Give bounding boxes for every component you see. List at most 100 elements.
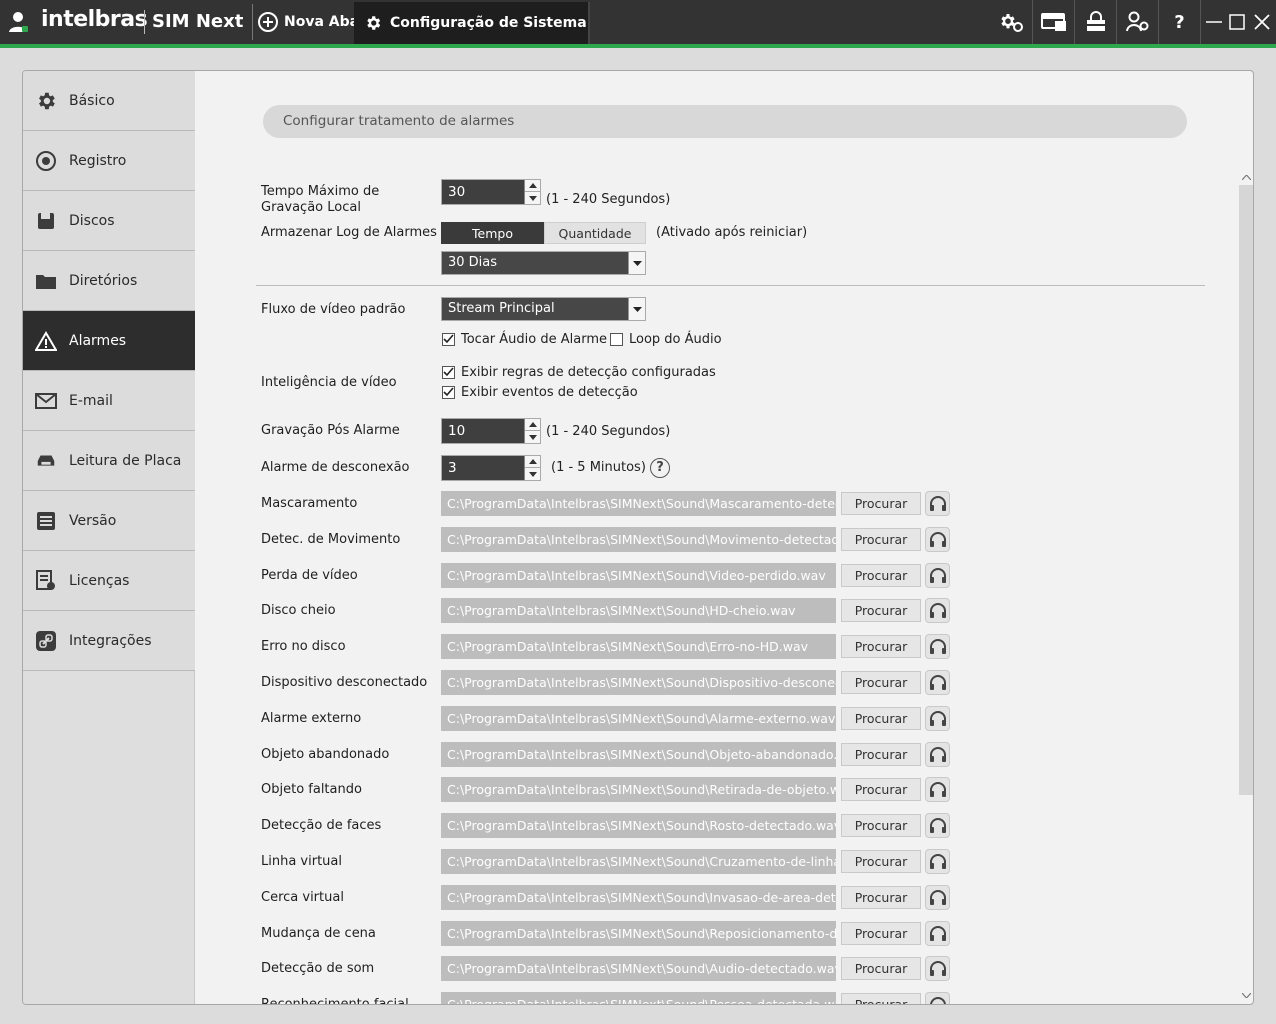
scrollbar[interactable] — [1235, 171, 1253, 1004]
headphones-icon[interactable] — [925, 527, 950, 552]
sound-row: Mascaramento C:\ProgramData\Intelbras\SIM… — [196, 491, 1253, 517]
headphones-icon[interactable] — [925, 706, 950, 731]
sound-path-field[interactable]: C:\ProgramData\Intelbras\SIMNext\Sound\O… — [441, 742, 836, 767]
log-mode-time-button[interactable]: Tempo — [441, 222, 544, 244]
gear-icon — [35, 90, 57, 112]
headphones-icon[interactable] — [925, 598, 950, 623]
sound-row: Disco cheio C:\ProgramData\Intelbras\SIMN… — [196, 598, 1253, 624]
sidebar-item-integracoes[interactable]: Integrações — [23, 611, 195, 671]
loop-audio-checkbox[interactable]: Loop do Áudio — [610, 330, 722, 348]
chevron-up-icon[interactable] — [525, 180, 540, 192]
scroll-up-icon[interactable] — [1239, 171, 1253, 183]
chevron-up-icon[interactable] — [525, 456, 540, 468]
settings-gear-icon[interactable] — [990, 0, 1032, 44]
sound-path-field[interactable]: C:\ProgramData\Intelbras\SIMNext\Sound\C… — [441, 849, 836, 874]
tab-divider — [252, 4, 253, 40]
maximize-icon[interactable] — [1226, 0, 1248, 44]
sound-path-field[interactable]: C:\ProgramData\Intelbras\SIMNext\Sound\D… — [441, 670, 836, 695]
vi-events-checkbox[interactable]: Exibir eventos de detecção — [442, 383, 638, 401]
stream-value: Stream Principal — [448, 301, 555, 316]
sound-path-field[interactable]: C:\ProgramData\Intelbras\SIMNext\Sound\R… — [441, 921, 836, 946]
browse-button[interactable]: Procurar — [841, 707, 921, 730]
log-period-select[interactable]: 30 Dias — [441, 251, 646, 275]
browse-button[interactable]: Procurar — [841, 778, 921, 801]
sidebar-item-diretorios[interactable]: Diretórios — [23, 251, 195, 311]
chevron-up-icon[interactable] — [525, 419, 540, 431]
headphones-icon[interactable] — [925, 885, 950, 910]
chevron-down-icon[interactable] — [525, 431, 540, 443]
sidebar-item-registro[interactable]: Registro — [23, 131, 195, 191]
browse-button[interactable]: Procurar — [841, 743, 921, 766]
headphones-icon[interactable] — [925, 849, 950, 874]
sound-row: Detecção de som C:\ProgramData\Intelbras\… — [196, 956, 1253, 982]
minimize-icon[interactable] — [1200, 0, 1226, 44]
scroll-down-icon[interactable] — [1239, 989, 1253, 1001]
help-icon[interactable]: ? — [1158, 0, 1200, 44]
headphones-icon[interactable] — [925, 670, 950, 695]
chevron-down-icon[interactable] — [525, 192, 540, 204]
headphones-icon[interactable] — [925, 491, 950, 516]
sound-path-field[interactable]: C:\ProgramData\Intelbras\SIMNext\Sound\A… — [441, 956, 836, 981]
post-rec-stepper[interactable]: 10 — [441, 418, 541, 444]
headphones-icon[interactable] — [925, 992, 950, 1004]
headphones-icon[interactable] — [925, 777, 950, 802]
vi-rules-checkbox[interactable]: Exibir regras de detecção configuradas — [442, 363, 716, 381]
scrollbar-thumb[interactable] — [1239, 185, 1253, 795]
max-rec-hint: (1 - 240 Segundos) — [546, 192, 671, 207]
disc-stepper[interactable]: 3 — [441, 455, 541, 481]
sound-path-field[interactable]: C:\ProgramData\Intelbras\SIMNext\Sound\H… — [441, 598, 836, 623]
log-mode-toggle: Tempo Quantidade — [441, 222, 646, 244]
browse-button[interactable]: Procurar — [841, 957, 921, 980]
browse-button[interactable]: Procurar — [841, 528, 921, 551]
headphones-icon[interactable] — [925, 634, 950, 659]
tab-system-config[interactable]: Configuração de Sistema — [354, 2, 590, 44]
headphones-icon[interactable] — [925, 956, 950, 981]
browse-button[interactable]: Procurar — [841, 492, 921, 515]
browse-button[interactable]: Procurar — [841, 850, 921, 873]
lock-icon[interactable] — [1074, 0, 1116, 44]
close-icon[interactable] — [1248, 0, 1276, 44]
sidebar-item-basico[interactable]: Básico — [23, 71, 195, 131]
sidebar-item-alarmes[interactable]: Alarmes — [23, 311, 195, 371]
headphones-icon[interactable] — [925, 742, 950, 767]
tab-new[interactable]: Nova Aba — [258, 8, 359, 36]
headphones-icon[interactable] — [925, 921, 950, 946]
user-icon[interactable] — [8, 11, 28, 33]
stream-select[interactable]: Stream Principal — [441, 297, 646, 321]
config-panel: Básico Registro Discos Diretórios Alarme… — [22, 70, 1254, 1005]
sound-path-field[interactable]: C:\ProgramData\Intelbras\SIMNext\Sound\M… — [441, 527, 836, 552]
sound-path-field[interactable]: C:\ProgramData\Intelbras\SIMNext\Sound\V… — [441, 563, 836, 588]
browse-button[interactable]: Procurar — [841, 993, 921, 1004]
sound-path-field[interactable]: C:\ProgramData\Intelbras\SIMNext\Sound\P… — [441, 992, 836, 1004]
play-audio-checkbox[interactable]: Tocar Áudio de Alarme — [442, 330, 607, 348]
browse-button[interactable]: Procurar — [841, 922, 921, 945]
sidebar-item-email[interactable]: E-mail — [23, 371, 195, 431]
sidebar-item-discos[interactable]: Discos — [23, 191, 195, 251]
browse-button[interactable]: Procurar — [841, 886, 921, 909]
brand-divider — [144, 10, 145, 34]
browse-button[interactable]: Procurar — [841, 564, 921, 587]
sound-row: Linha virtual C:\ProgramData\Intelbras\SI… — [196, 849, 1253, 875]
sound-path-field[interactable]: C:\ProgramData\Intelbras\SIMNext\Sound\E… — [441, 634, 836, 659]
sound-path-field[interactable]: C:\ProgramData\Intelbras\SIMNext\Sound\R… — [441, 777, 836, 802]
max-rec-stepper[interactable]: 30 — [441, 179, 541, 205]
browse-button[interactable]: Procurar — [841, 671, 921, 694]
log-mode-quantity-button[interactable]: Quantidade — [544, 222, 646, 244]
sidebar-item-leitura-placa[interactable]: Leitura de Placa — [23, 431, 195, 491]
display-wall-icon[interactable] — [1032, 0, 1074, 44]
browse-button[interactable]: Procurar — [841, 635, 921, 658]
help-icon[interactable]: ? — [650, 458, 670, 478]
user-settings-icon[interactable] — [1116, 0, 1158, 44]
sidebar-item-licencas[interactable]: Licenças — [23, 551, 195, 611]
sidebar-item-versao[interactable]: Versão — [23, 491, 195, 551]
sound-path-field[interactable]: C:\ProgramData\Intelbras\SIMNext\Sound\R… — [441, 813, 836, 838]
browse-button[interactable]: Procurar — [841, 599, 921, 622]
headphones-icon[interactable] — [925, 813, 950, 838]
chevron-down-icon[interactable] — [525, 468, 540, 480]
headphones-icon[interactable] — [925, 563, 950, 588]
sound-path-field[interactable]: C:\ProgramData\Intelbras\SIMNext\Sound\M… — [441, 491, 836, 516]
sound-path-field[interactable]: C:\ProgramData\Intelbras\SIMNext\Sound\I… — [441, 885, 836, 910]
sound-path-field[interactable]: C:\ProgramData\Intelbras\SIMNext\Sound\A… — [441, 706, 836, 731]
browse-button[interactable]: Procurar — [841, 814, 921, 837]
sidebar: Básico Registro Discos Diretórios Alarme… — [23, 71, 195, 1004]
